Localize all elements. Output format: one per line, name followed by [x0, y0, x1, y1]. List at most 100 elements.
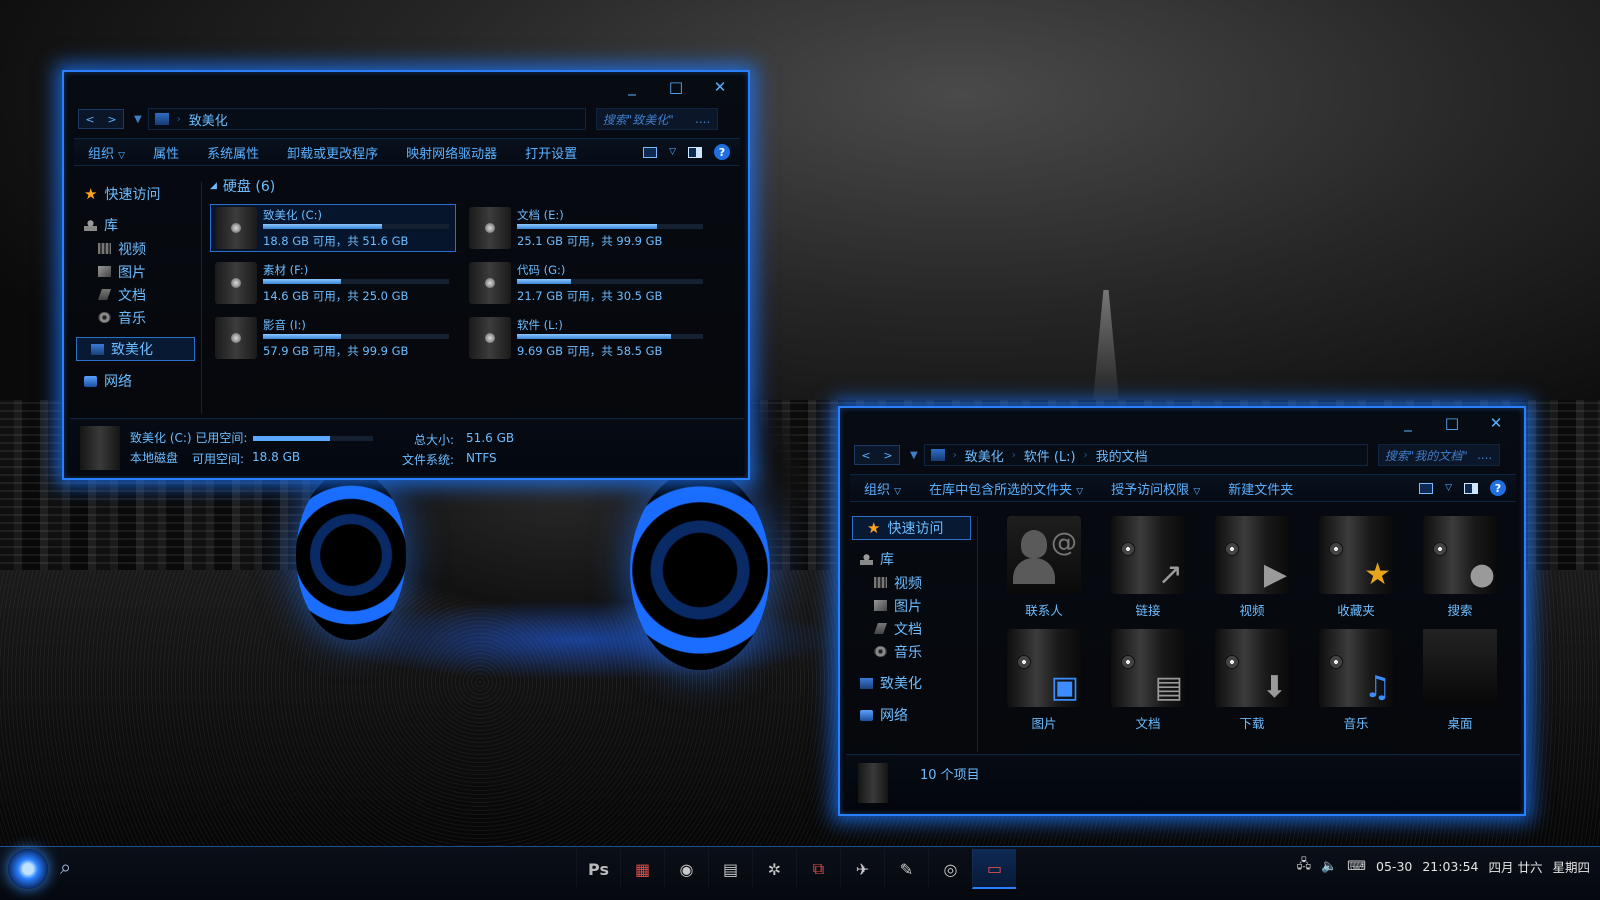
- folder-items-view: @ 联系人 ↗ 链接 ▶ 视频 ★ 收藏夹 ● 搜索 ▣ 图片 ▤ 文档 ⬇ 下载 ♫ 音乐 桌面: [992, 516, 1516, 732]
- downloads-folder-icon: ⬇: [1215, 629, 1289, 707]
- search-input[interactable]: 搜索"我的文档" ....: [1377, 444, 1500, 466]
- clock-date[interactable]: 05-30: [1376, 859, 1412, 874]
- back-icon[interactable]: <: [855, 446, 877, 464]
- breadcrumb-drive[interactable]: 软件 (L:): [1024, 446, 1076, 465]
- properties-button[interactable]: 属性: [139, 143, 193, 162]
- close-button[interactable]: ✕: [698, 76, 742, 98]
- folder-item[interactable]: ▶ 视频: [1200, 516, 1304, 619]
- folder-item[interactable]: ⬇ 下载: [1200, 629, 1304, 732]
- view-chevron-icon[interactable]: ▽: [669, 147, 676, 157]
- drive-tile[interactable]: 文档 (E:) 25.1 GB 可用，共 99.9 GB: [464, 204, 710, 252]
- minimize-button[interactable]: _: [1386, 412, 1430, 434]
- drive-tile[interactable]: 素材 (F:) 14.6 GB 可用，共 25.0 GB: [210, 259, 456, 307]
- address-text: 致美化: [188, 113, 228, 129]
- close-button[interactable]: ✕: [1474, 412, 1518, 434]
- map-network-drive-button[interactable]: 映射网络驱动器: [392, 143, 511, 162]
- plane-icon[interactable]: ✈: [840, 849, 884, 889]
- organize-button[interactable]: 组织 ▽: [850, 479, 915, 498]
- folder-item[interactable]: ★ 收藏夹: [1304, 516, 1408, 619]
- keyboard-icon[interactable]: ⌨: [1347, 859, 1366, 874]
- drive-tile[interactable]: 致美化 (C:) 18.8 GB 可用，共 51.6 GB: [210, 204, 456, 252]
- gear-icon[interactable]: ✲: [752, 849, 796, 889]
- folder-item[interactable]: ▣ 图片: [992, 629, 1096, 732]
- folder-item[interactable]: @ 联系人: [992, 516, 1096, 619]
- sidebar-item-pictures[interactable]: 图片: [846, 594, 977, 617]
- sidebar-item-videos[interactable]: 视频: [846, 571, 977, 594]
- maximize-button[interactable]: □: [654, 76, 698, 98]
- drive-tile[interactable]: 代码 (G:) 21.7 GB 可用，共 30.5 GB: [464, 259, 710, 307]
- network-icon[interactable]: 🖧: [1297, 855, 1312, 877]
- drive-usage-bar: [263, 279, 449, 284]
- remote-desktop-icon[interactable]: ▭: [972, 849, 1016, 889]
- search-input[interactable]: 搜索"致美化" ....: [595, 108, 718, 130]
- sidebar-item-network[interactable]: 网络: [70, 369, 201, 393]
- open-settings-button[interactable]: 打开设置: [511, 143, 591, 162]
- system-properties-button[interactable]: 系统属性: [193, 143, 273, 162]
- preview-pane-icon[interactable]: [1464, 482, 1478, 494]
- uninstall-program-button[interactable]: 卸载或更改程序: [273, 143, 392, 162]
- recent-locations-icon[interactable]: ▼: [910, 450, 918, 461]
- view-mode-icon[interactable]: [643, 146, 658, 158]
- drive-tile[interactable]: 软件 (L:) 9.69 GB 可用，共 58.5 GB: [464, 314, 710, 362]
- address-bar[interactable]: › 致美化: [147, 108, 586, 130]
- folder-item-label: 下载: [1239, 716, 1265, 731]
- minimize-button[interactable]: _: [610, 76, 654, 98]
- back-icon[interactable]: <: [79, 110, 101, 128]
- folder-item[interactable]: ● 搜索: [1408, 516, 1512, 619]
- collapse-icon[interactable]: ◢: [210, 181, 217, 191]
- sidebar-item-videos[interactable]: 视频: [70, 237, 201, 260]
- share-with-button[interactable]: 授予访问权限 ▽: [1097, 479, 1214, 498]
- organize-button[interactable]: 组织 ▽: [74, 143, 139, 162]
- include-in-library-button[interactable]: 在库中包含所选的文件夹 ▽: [915, 479, 1097, 498]
- star-icon: ★: [867, 519, 881, 537]
- recent-locations-icon[interactable]: ▼: [134, 114, 142, 125]
- camera-icon[interactable]: ◉: [664, 849, 708, 889]
- breadcrumb-computer[interactable]: 致美化: [965, 446, 1004, 465]
- pen-icon[interactable]: ✎: [884, 849, 928, 889]
- volume-icon[interactable]: 🔈: [1321, 859, 1337, 874]
- photoshop-app[interactable]: Ps: [576, 849, 620, 889]
- folder-item[interactable]: 桌面: [1408, 629, 1512, 732]
- clock-time[interactable]: 21:03:54: [1422, 859, 1478, 874]
- folder-item[interactable]: ♫ 音乐: [1304, 629, 1408, 732]
- sidebar-item-music[interactable]: 音乐: [846, 640, 977, 663]
- folder-item[interactable]: ▤ 文档: [1096, 629, 1200, 732]
- help-icon[interactable]: ?: [1490, 480, 1506, 496]
- sidebar-item-library[interactable]: 库: [846, 547, 977, 571]
- view-chevron-icon[interactable]: ▽: [1445, 483, 1452, 493]
- sidebar-item-documents[interactable]: 文档: [70, 283, 201, 306]
- notepad-icon[interactable]: ▤: [708, 849, 752, 889]
- chrome-icon[interactable]: ◎: [928, 849, 972, 889]
- screen-capture-icon[interactable]: ⧉: [796, 849, 840, 889]
- start-button[interactable]: [8, 849, 48, 889]
- sidebar-item-network[interactable]: 网络: [846, 703, 977, 727]
- clock-lunar[interactable]: 四月 廿六: [1489, 857, 1543, 876]
- preview-pane-icon[interactable]: [688, 146, 702, 158]
- forward-icon[interactable]: >: [877, 446, 899, 464]
- group-header-drives[interactable]: ◢ 硬盘 (6): [210, 176, 740, 196]
- sidebar-item-quick-access[interactable]: ★ 快速访问: [70, 182, 201, 206]
- folder-item[interactable]: ↗ 链接: [1096, 516, 1200, 619]
- navigation-pane: ★ 快速访问 库 视频 图片 文档 音乐 致美化 网络: [846, 516, 978, 752]
- view-mode-icon[interactable]: [1419, 482, 1434, 494]
- new-folder-button[interactable]: 新建文件夹: [1214, 479, 1307, 498]
- maximize-button[interactable]: □: [1430, 412, 1474, 434]
- sidebar-item-pictures[interactable]: 图片: [70, 260, 201, 283]
- drive-tile[interactable]: 影音 (I:) 57.9 GB 可用，共 99.9 GB: [210, 314, 456, 362]
- clock-weekday[interactable]: 星期四: [1552, 857, 1590, 876]
- breadcrumb-folder[interactable]: 我的文档: [1096, 446, 1148, 465]
- help-icon[interactable]: ?: [714, 144, 730, 160]
- sidebar-item-computer[interactable]: 致美化: [76, 337, 195, 361]
- address-bar[interactable]: › 致美化 › 软件 (L:) › 我的文档: [923, 444, 1368, 466]
- search-icon[interactable]: ⌕: [60, 855, 71, 879]
- drives-view: ◢ 硬盘 (6) 致美化 (C:) 18.8 GB 可用，共 51.6 GB 文档 …: [210, 176, 740, 362]
- forward-icon[interactable]: >: [101, 110, 123, 128]
- app-grid-icon[interactable]: ▦: [620, 849, 664, 889]
- sidebar-item-documents[interactable]: 文档: [846, 617, 977, 640]
- sidebar-item-music[interactable]: 音乐: [70, 306, 201, 329]
- drive-info: 软件 (L:) 9.69 GB 可用，共 58.5 GB: [517, 317, 709, 359]
- sidebar-item-library[interactable]: 库: [70, 213, 201, 237]
- sidebar-item-computer[interactable]: 致美化: [846, 671, 977, 695]
- sidebar-item-quick-access[interactable]: ★ 快速访问: [852, 516, 971, 540]
- hard-drive-icon: [469, 207, 511, 249]
